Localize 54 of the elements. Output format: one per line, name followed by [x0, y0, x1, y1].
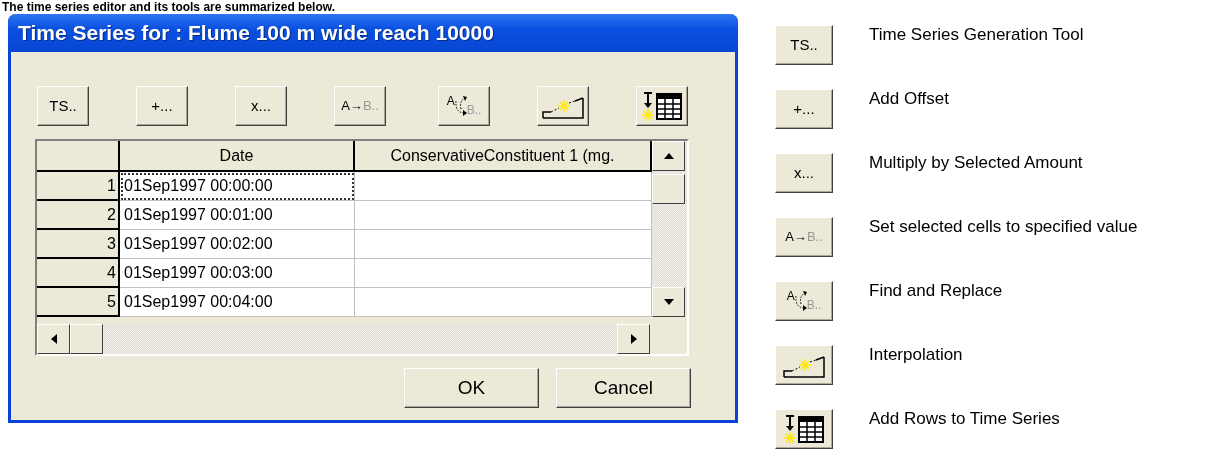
- tool-description: Add Offset: [869, 89, 949, 109]
- scroll-down-icon: [663, 299, 674, 305]
- table-cell[interactable]: [355, 259, 652, 288]
- tool-button[interactable]: x...: [235, 86, 287, 126]
- tool-description: Set selected cells to specified value: [869, 217, 1138, 237]
- dotted-arrow-icon: [454, 95, 467, 117]
- table-cell[interactable]: 01Sep1997 00:04:00: [120, 288, 355, 317]
- ok-button[interactable]: OK: [404, 368, 539, 408]
- row-number: 1: [37, 172, 120, 201]
- row-number: 4: [37, 259, 120, 288]
- table-cell[interactable]: [355, 172, 652, 201]
- tool-button[interactable]: +...: [775, 89, 833, 129]
- horizontal-scrollbar[interactable]: [37, 324, 650, 354]
- row-number: 5: [37, 288, 120, 317]
- row-number: 2: [37, 201, 120, 230]
- table-cell[interactable]: [355, 201, 652, 230]
- scroll-thumb[interactable]: [70, 324, 103, 354]
- find-replace-button[interactable]: A B..: [438, 86, 490, 126]
- tool-description: Add Rows to Time Series: [869, 409, 1060, 429]
- table-cell[interactable]: 01Sep1997 00:01:00: [120, 201, 355, 230]
- table-cell[interactable]: [355, 230, 652, 259]
- tool-description: Find and Replace: [869, 281, 1003, 301]
- table-rows-icon: [640, 91, 684, 121]
- scroll-right-icon: [630, 334, 637, 344]
- tool-button[interactable]: TS..: [775, 25, 833, 65]
- table-cell[interactable]: 01Sep1997 00:02:00: [120, 230, 355, 259]
- row-number: 3: [37, 230, 120, 259]
- scroll-up-icon: [663, 153, 674, 159]
- interpolation-button[interactable]: [775, 345, 833, 385]
- window-title: Time Series for : Flume 100 m wide reach 10000: [8, 14, 738, 52]
- set-value-button[interactable]: A→B..: [775, 217, 833, 257]
- table-cell[interactable]: 01Sep1997 00:00:00: [120, 172, 355, 201]
- table-cell[interactable]: 01Sep1997 00:03:00: [120, 259, 355, 288]
- interpolation-button[interactable]: [537, 86, 589, 126]
- tool-description: Time Series Generation Tool: [869, 25, 1084, 45]
- tool-description: Multiply by Selected Amount: [869, 153, 1083, 173]
- table-cell[interactable]: [355, 288, 652, 317]
- vertical-scrollbar[interactable]: [652, 141, 687, 317]
- add-rows-button[interactable]: [775, 409, 833, 449]
- cancel-button[interactable]: Cancel: [556, 368, 691, 408]
- column-header: Date: [120, 141, 355, 172]
- column-header: ConservativeConstituent 1 (mg.: [355, 141, 652, 172]
- tool-description: Interpolation: [869, 345, 963, 365]
- tool-button[interactable]: TS..: [37, 86, 89, 126]
- dotted-arrow-icon: [794, 290, 807, 312]
- scroll-left-icon: [50, 334, 57, 344]
- add-rows-button[interactable]: [636, 86, 688, 126]
- table-rows-icon: [782, 414, 826, 444]
- tool-button[interactable]: +...: [136, 86, 188, 126]
- scroll-thumb[interactable]: [652, 174, 685, 204]
- find-replace-button[interactable]: A B..: [775, 281, 833, 321]
- intro-heading: The time series editor and its tools are summarized below.: [1, 0, 336, 14]
- set-value-button[interactable]: A→B..: [334, 86, 386, 126]
- tool-button[interactable]: x...: [775, 153, 833, 193]
